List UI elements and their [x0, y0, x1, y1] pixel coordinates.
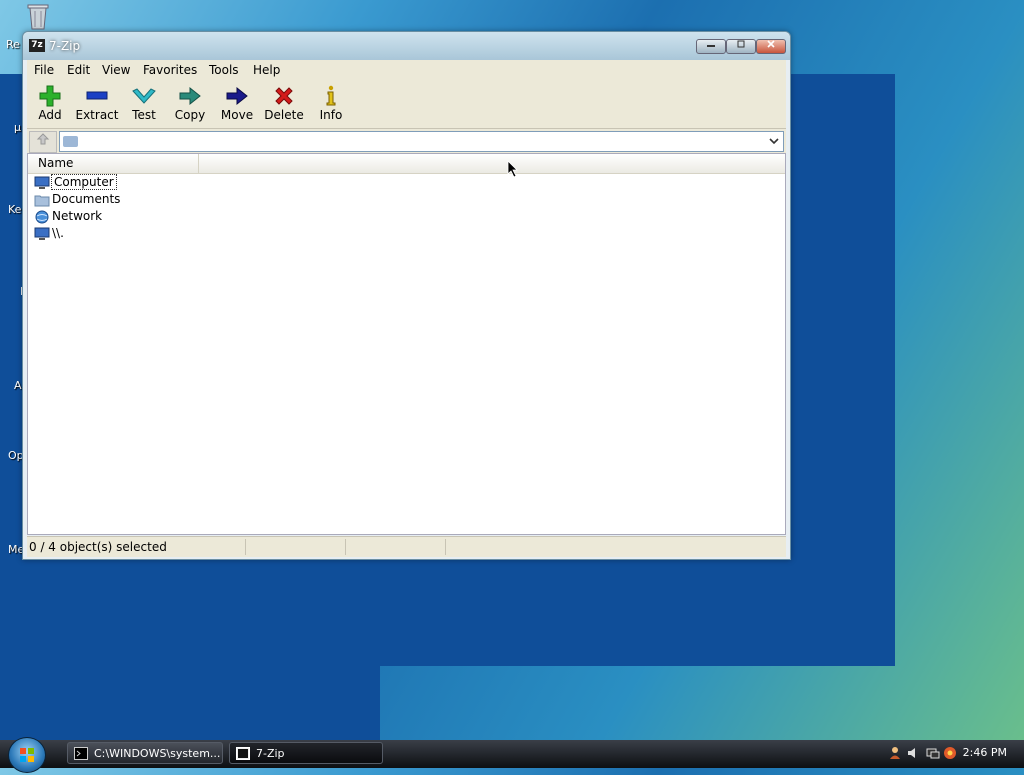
arrow-right-icon [226, 86, 248, 106]
taskbar-item-cmd[interactable]: C:\WINDOWS\system... [67, 742, 223, 764]
folder-icon [34, 195, 50, 206]
desktop-icon-label[interactable]: Ke [8, 203, 21, 216]
taskbar-clock[interactable]: 2:46 PM [963, 746, 1007, 759]
status-cell [345, 539, 446, 555]
menu-edit[interactable]: Edit [67, 63, 90, 77]
info-label: Info [319, 108, 343, 122]
info-button[interactable]: Info [308, 84, 354, 126]
check-icon [132, 88, 156, 104]
minimize-button[interactable] [696, 39, 726, 54]
copy-label: Copy [174, 108, 206, 122]
list-item[interactable]: \\. [34, 225, 64, 242]
status-cell [245, 539, 346, 555]
plus-icon [39, 85, 61, 107]
info-icon [326, 85, 336, 106]
minimize-icon [707, 45, 715, 47]
add-label: Add [38, 108, 62, 122]
column-name-header[interactable]: Name [28, 154, 199, 173]
file-list[interactable]: Name Computer Documents Network \\. [27, 153, 786, 535]
copy-button[interactable]: Copy [167, 84, 213, 126]
menu-help[interactable]: Help [253, 63, 280, 77]
desktop-icon-label[interactable]: Re [6, 38, 20, 51]
menu-file[interactable]: File [34, 63, 54, 77]
extract-button[interactable]: Extract [74, 84, 120, 126]
desktop-icon-label[interactable]: A [14, 379, 22, 392]
delete-button[interactable]: Delete [261, 84, 307, 126]
delete-label: Delete [264, 108, 304, 122]
7zip-window: 7z 7-Zip File Edit View Favorites Tools … [22, 31, 791, 560]
up-folder-button[interactable] [29, 131, 57, 153]
chevron-down-icon[interactable] [765, 132, 783, 151]
7zip-app-icon [236, 747, 250, 760]
folder-icon [63, 136, 78, 147]
console-icon [74, 747, 88, 760]
test-label: Test [132, 108, 156, 122]
up-arrow-icon [36, 133, 50, 145]
title-bar[interactable]: 7z 7-Zip [23, 32, 790, 60]
taskbar: C:\WINDOWS\system... 7-Zip 2:46 PM [0, 737, 1024, 773]
toolbar: Add Extract Test Copy Move Delete Info [27, 82, 786, 129]
desktop-icon-label[interactable]: µ [14, 121, 21, 134]
extract-label: Extract [75, 108, 119, 122]
menu-view[interactable]: View [102, 63, 130, 77]
close-icon [767, 40, 775, 48]
list-item[interactable]: Network [34, 208, 102, 225]
list-item-name: Documents [52, 192, 121, 206]
close-button[interactable] [756, 39, 786, 54]
test-button[interactable]: Test [121, 84, 167, 126]
menu-favorites[interactable]: Favorites [143, 63, 197, 77]
taskbar-item-label: C:\WINDOWS\system... [94, 747, 221, 760]
menu-tools[interactable]: Tools [209, 63, 239, 77]
taskbar-item-label: 7-Zip [256, 747, 285, 760]
move-button[interactable]: Move [214, 84, 260, 126]
add-button[interactable]: Add [27, 84, 73, 126]
list-item-name: \\. [52, 226, 64, 240]
computer-icon [34, 176, 50, 189]
desktop-icons-column: Re µ Ke I A Op Me [0, 0, 24, 740]
volume-icon[interactable] [906, 746, 920, 760]
maximize-button[interactable] [726, 39, 756, 54]
list-item-name: Network [52, 209, 103, 223]
x-icon [275, 87, 293, 105]
network-tray-icon[interactable] [926, 746, 940, 760]
status-selection: 0 / 4 object(s) selected [27, 539, 246, 555]
move-label: Move [220, 108, 254, 122]
list-item-name: Computer [51, 174, 117, 190]
list-item[interactable]: Documents [34, 191, 120, 208]
arrow-right-icon [179, 86, 201, 106]
security-shield-icon[interactable] [943, 746, 957, 760]
computer-icon [34, 227, 50, 240]
address-bar [27, 129, 786, 153]
user-tray-icon[interactable] [888, 746, 902, 760]
minus-icon [86, 91, 108, 100]
maximize-icon [737, 40, 745, 48]
mouse-cursor-icon [507, 160, 518, 178]
windows-logo-icon [20, 748, 34, 762]
recycle-bin-icon[interactable] [26, 2, 50, 30]
7zip-app-icon: 7z [29, 39, 45, 52]
menu-bar: File Edit View Favorites Tools Help [27, 60, 786, 83]
column-header: Name [28, 154, 785, 174]
status-bar: 0 / 4 object(s) selected [27, 536, 786, 557]
taskbar-item-7zip[interactable]: 7-Zip [229, 742, 383, 764]
list-item[interactable]: Computer [34, 174, 117, 191]
network-icon [35, 210, 49, 223]
window-title: 7-Zip [49, 39, 81, 53]
address-combobox[interactable] [59, 131, 784, 152]
